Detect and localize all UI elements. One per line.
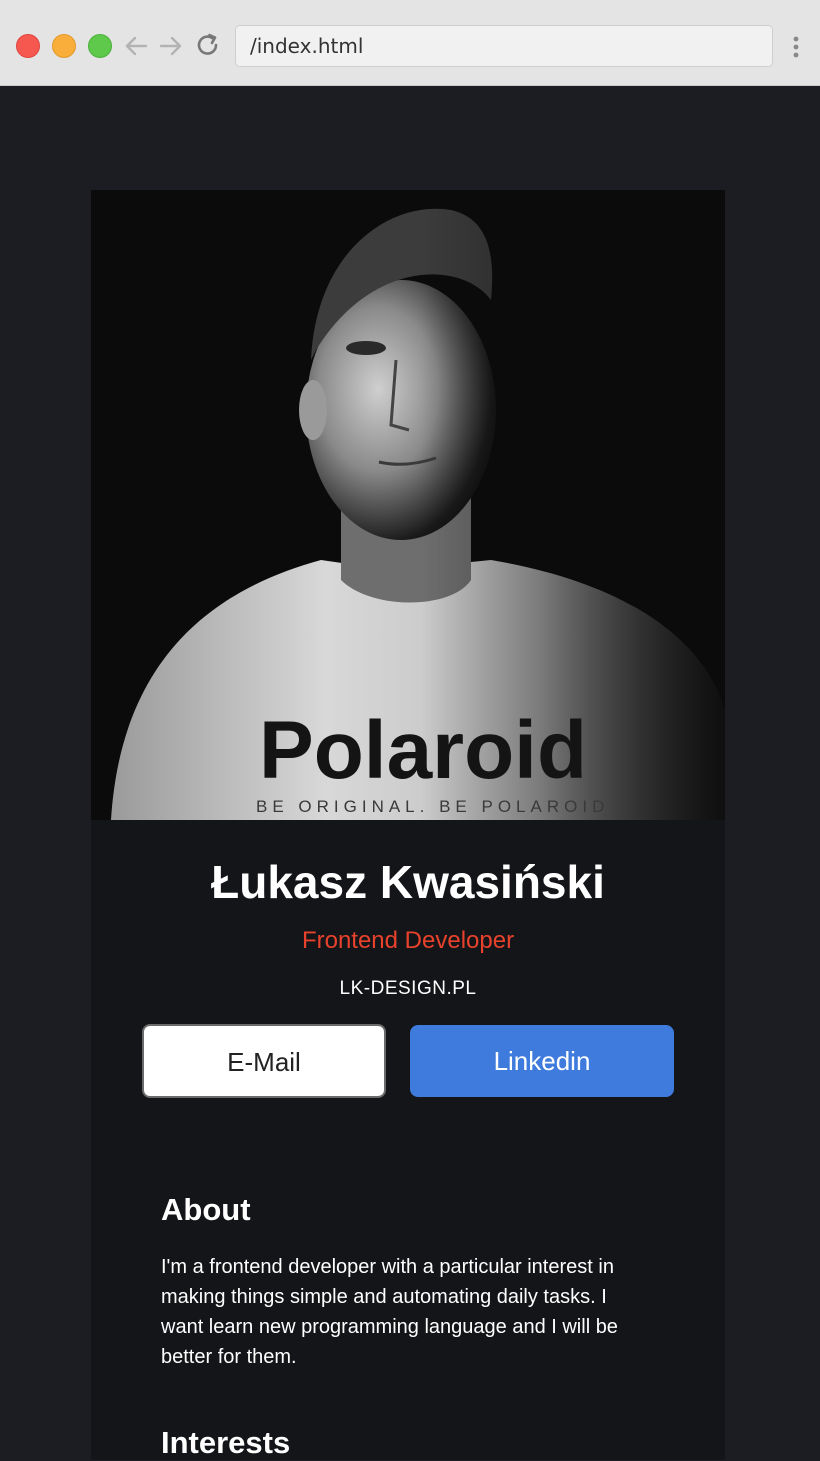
profile-website[interactable]: LK-DESIGN.PL	[91, 978, 725, 1000]
about-heading: About	[161, 1192, 251, 1227]
email-button[interactable]: E-Mail	[142, 1024, 386, 1098]
more-menu-icon[interactable]	[791, 35, 801, 59]
portrait-image: Polaroid BE ORIGINAL. BE POLAROID	[91, 190, 725, 820]
linkedin-button[interactable]: Linkedin	[410, 1025, 674, 1097]
about-text: I'm a frontend developer with a particul…	[161, 1256, 618, 1368]
shirt-tagline-text: BE ORIGINAL. BE POLAROID	[256, 797, 609, 816]
forward-arrow-icon[interactable]	[157, 32, 185, 60]
browser-toolbar: /index.html	[0, 0, 820, 86]
back-arrow-icon[interactable]	[122, 32, 150, 60]
shirt-logo-text: Polaroid	[259, 705, 587, 796]
profile-card: Polaroid BE ORIGINAL. BE POLAROID Łukasz…	[91, 190, 725, 1460]
interests-heading: Interests	[161, 1425, 291, 1460]
close-window-button[interactable]	[16, 34, 40, 58]
address-bar[interactable]: /index.html	[235, 25, 773, 67]
maximize-window-button[interactable]	[88, 34, 112, 58]
profile-photo: Polaroid BE ORIGINAL. BE POLAROID	[91, 190, 725, 820]
minimize-window-button[interactable]	[52, 34, 76, 58]
profile-name: Łukasz Kwasiński	[211, 856, 605, 908]
reload-icon[interactable]	[194, 32, 222, 60]
profile-role: Frontend Developer	[301, 927, 515, 954]
